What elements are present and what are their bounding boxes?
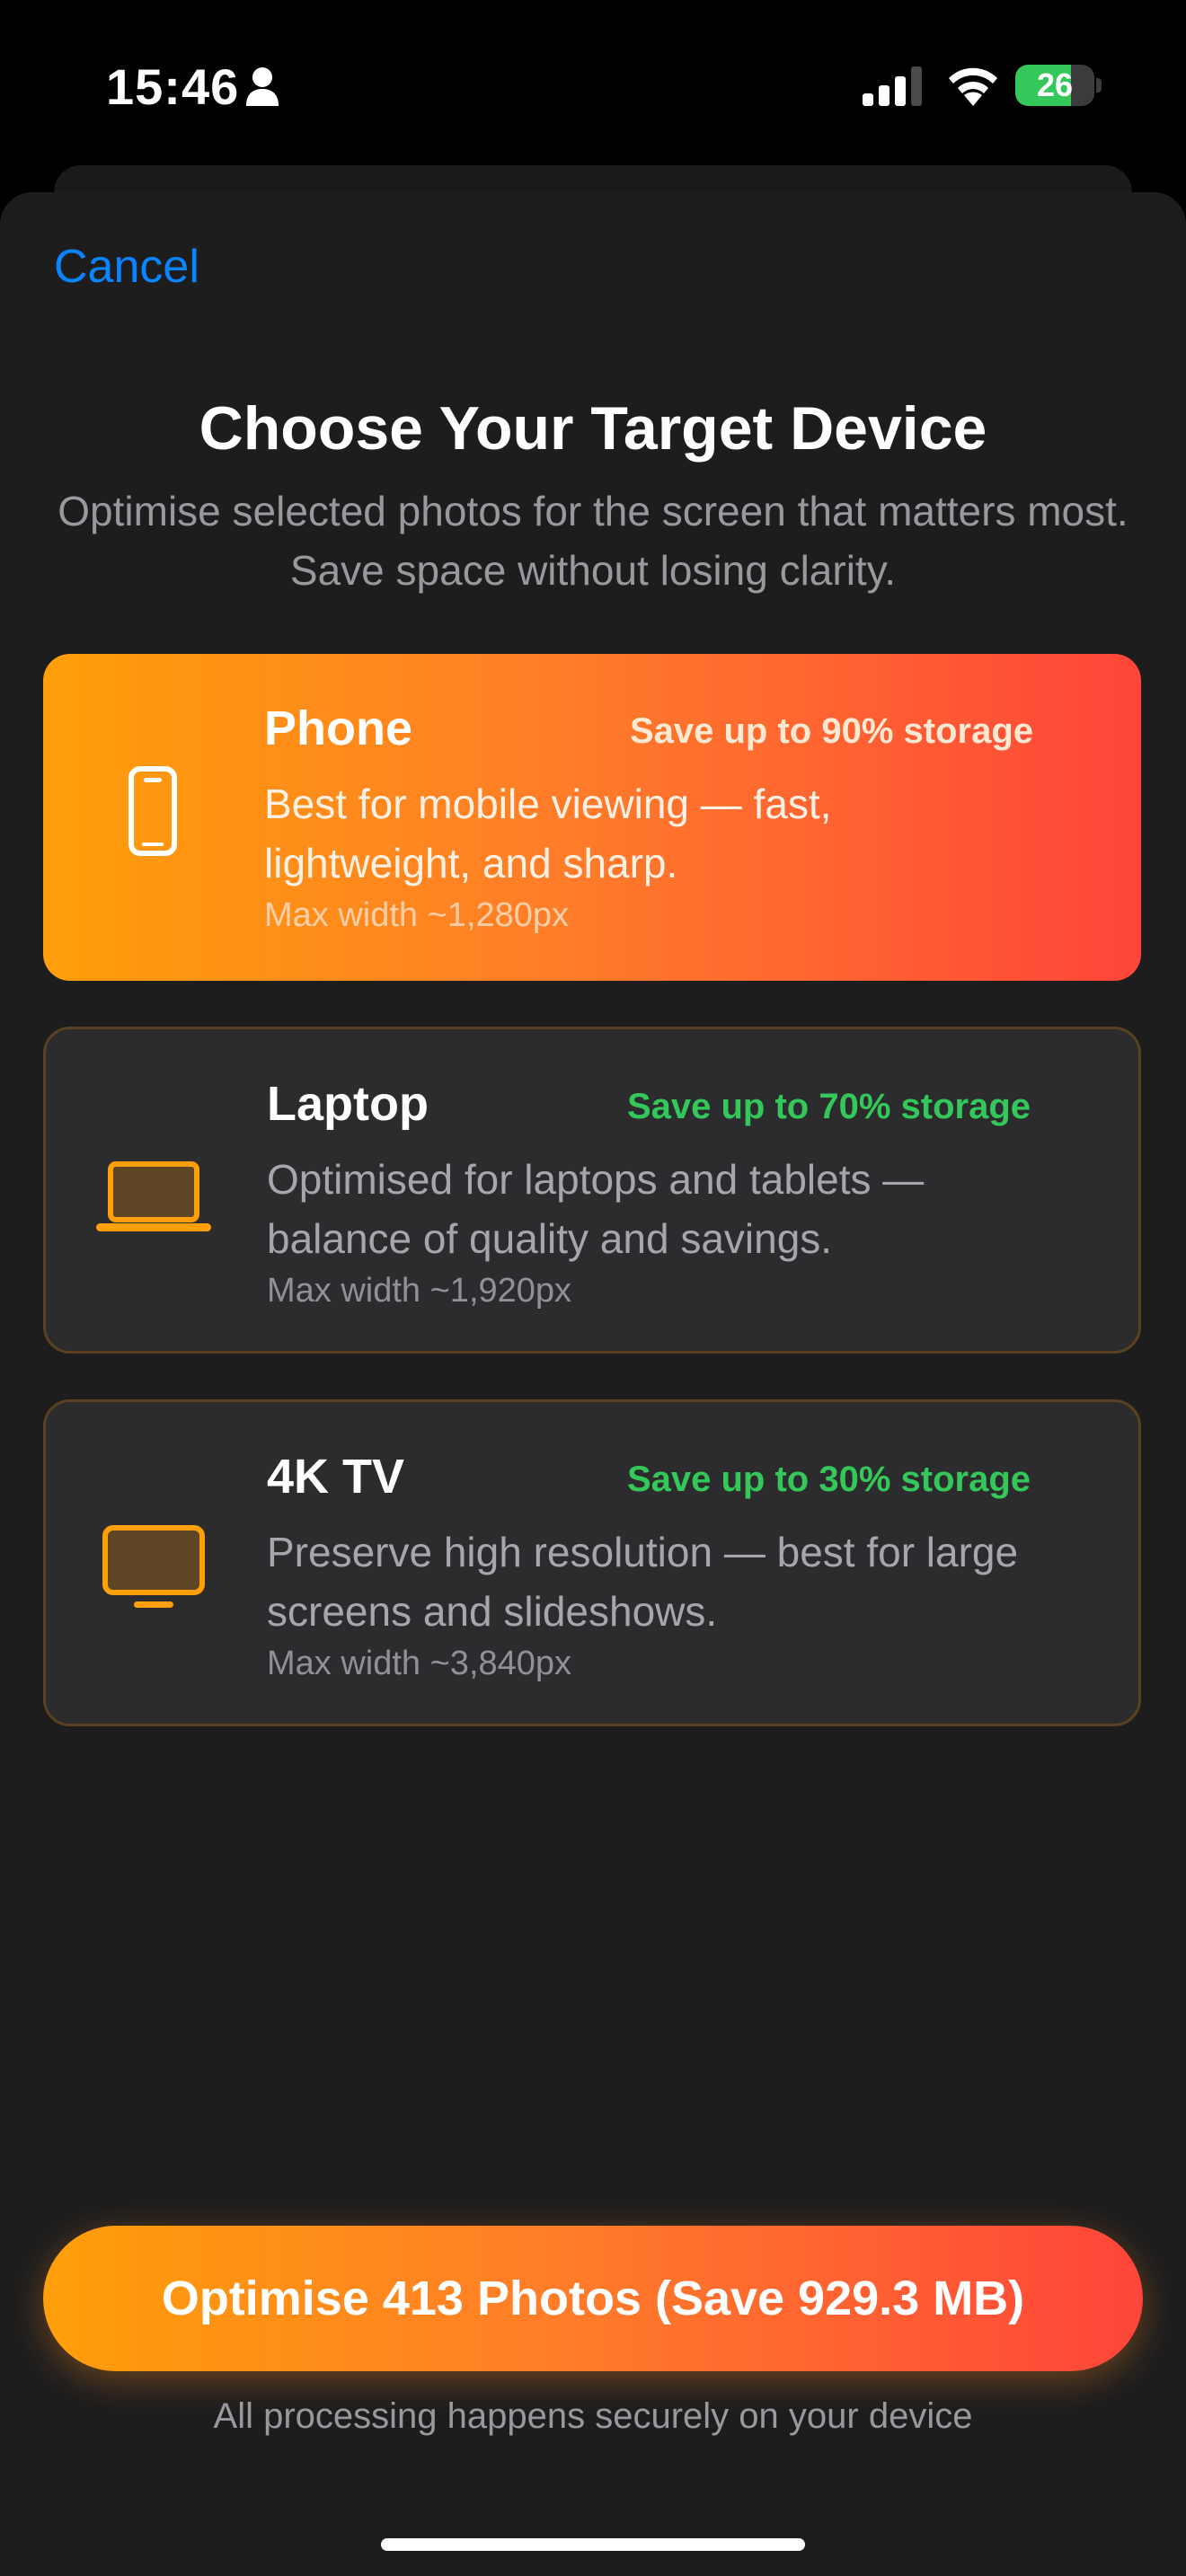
cellular-signal-icon: [863, 66, 922, 106]
laptop-icon: [96, 1161, 211, 1231]
person-icon: [246, 67, 279, 106]
home-indicator[interactable]: [381, 2538, 805, 2551]
page-title: Choose Your Target Device: [199, 394, 987, 463]
savings-label: Save up to 90% storage: [629, 711, 1033, 751]
savings-label: Save up to 30% storage: [626, 1460, 1031, 1499]
device-card-phone[interactable]: Phone Save up to 90% storage Best for mo…: [43, 654, 1141, 981]
status-time: 15:46: [106, 58, 240, 115]
wifi-icon: [949, 67, 997, 106]
device-name: Laptop: [267, 1077, 429, 1131]
device-description: Optimised for laptops and tablets — bala…: [267, 1156, 925, 1262]
battery-level: 26: [1036, 66, 1074, 103]
optimise-photos-button[interactable]: Optimise 413 Photos (Save 929.3 MB): [43, 2226, 1143, 2371]
device-name: Phone: [264, 701, 413, 755]
savings-label: Save up to 70% storage: [626, 1087, 1031, 1126]
cancel-button[interactable]: Cancel: [54, 235, 199, 298]
smartphone-icon: [128, 766, 177, 856]
device-card-laptop[interactable]: Laptop Save up to 70% storage Optimised …: [43, 1027, 1141, 1354]
battery-body: 26: [1015, 65, 1094, 106]
tv-icon: [102, 1525, 205, 1608]
device-card-4k-tv[interactable]: 4K TV Save up to 30% storage Preserve hi…: [43, 1399, 1141, 1726]
battery-cap: [1096, 78, 1102, 93]
max-width-label: Max width ~3,840px: [267, 1645, 572, 1682]
device-description: Preserve high resolution — best for larg…: [267, 1529, 1019, 1635]
privacy-note: All processing happens securely on your …: [213, 2396, 973, 2436]
max-width-label: Max width ~1,920px: [267, 1272, 572, 1310]
device-name: 4K TV: [267, 1450, 405, 1504]
page-subtitle: Optimise selected photos for the screen …: [58, 488, 1128, 594]
device-description: Best for mobile viewing — fast, lightwei…: [264, 781, 832, 887]
status-bar: 15:46 26: [0, 0, 1186, 171]
max-width-label: Max width ~1,280px: [264, 896, 570, 934]
battery-charging-icon: 26: [1015, 65, 1102, 106]
